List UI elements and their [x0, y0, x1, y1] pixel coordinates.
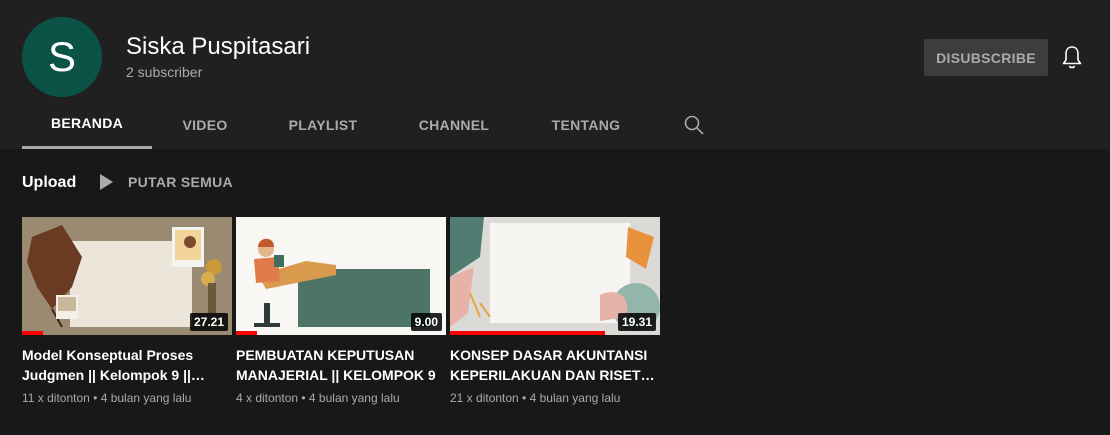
video-card: 27.21 Model Konseptual Proses Judgmen ||… — [22, 217, 232, 405]
tab-label: PLAYLIST — [288, 116, 358, 133]
video-duration: 19.31 — [617, 313, 656, 331]
tab-label: TENTANG — [551, 116, 621, 133]
tab-label: CHANNEL — [418, 116, 490, 133]
tab-tentang[interactable]: TENTANG — [520, 100, 652, 149]
section-title: Upload — [22, 174, 77, 191]
tab-beranda[interactable]: BERANDA — [22, 100, 152, 149]
view-count: 4 x ditonton — [236, 391, 299, 405]
video-thumbnail[interactable]: 27.21 — [22, 217, 232, 335]
video-title[interactable]: PEMBUATAN KEPUTUSAN MANAJERIAL || KELOMP… — [236, 345, 446, 385]
avatar-letter: S — [47, 33, 76, 80]
tab-playlist[interactable]: PLAYLIST — [258, 100, 388, 149]
video-thumbnail[interactable]: 19.31 — [450, 217, 660, 335]
video-meta: 11 x ditonton • 4 bulan yang lalu — [22, 391, 192, 405]
upload-age: 4 bulan yang lalu — [100, 391, 192, 405]
watch-progress-bar — [22, 331, 43, 335]
view-count: 11 x ditonton — [22, 391, 90, 405]
video-card: 9.00 PEMBUATAN KEPUTUSAN MANAJERIAL || K… — [236, 217, 446, 405]
watch-progress-bar — [236, 331, 257, 335]
video-duration: 27.21 — [189, 313, 228, 331]
play-all-button[interactable]: PUTAR SEMUA — [100, 174, 233, 190]
tab-label: VIDEO — [182, 116, 228, 133]
bell-icon[interactable] — [1060, 45, 1084, 71]
upload-age: 4 bulan yang lalu — [529, 391, 621, 405]
unsubscribe-button[interactable]: DISUBSCRIBE — [924, 39, 1048, 76]
video-meta: 4 x ditonton • 4 bulan yang lalu — [236, 391, 400, 405]
tab-label: BERANDA — [50, 115, 124, 131]
view-count: 21 x ditonton — [450, 391, 519, 405]
play-icon — [100, 174, 113, 190]
channel-avatar[interactable]: S — [22, 17, 102, 97]
watch-progress-bar — [450, 331, 606, 335]
subscriber-count: 2 subscriber — [126, 64, 203, 80]
tab-video[interactable]: VIDEO — [152, 100, 258, 149]
channel-name: Siska Puspitasari — [126, 33, 311, 60]
upload-age: 4 bulan yang lalu — [308, 391, 400, 405]
channel-tabs: BERANDA VIDEO PLAYLIST CHANNEL TENTANG — [22, 100, 652, 149]
video-card: 19.31 KONSEP DASAR AKUNTANSI KEPERILAKUA… — [450, 217, 660, 405]
channel-header: S Siska Puspitasari 2 subscriber DISUBSC… — [0, 0, 1110, 149]
video-title[interactable]: Model Konseptual Proses Judgmen || Kelom… — [22, 345, 232, 385]
search-icon[interactable] — [683, 114, 705, 136]
play-all-label: PUTAR SEMUA — [128, 174, 233, 190]
video-thumbnail[interactable]: 9.00 — [236, 217, 446, 335]
video-title[interactable]: KONSEP DASAR AKUNTANSI KEPERILAKUAN DAN … — [450, 345, 660, 385]
video-meta: 21 x ditonton • 4 bulan yang lalu — [450, 391, 621, 405]
tab-channel[interactable]: CHANNEL — [388, 100, 520, 149]
video-duration: 9.00 — [410, 313, 442, 331]
